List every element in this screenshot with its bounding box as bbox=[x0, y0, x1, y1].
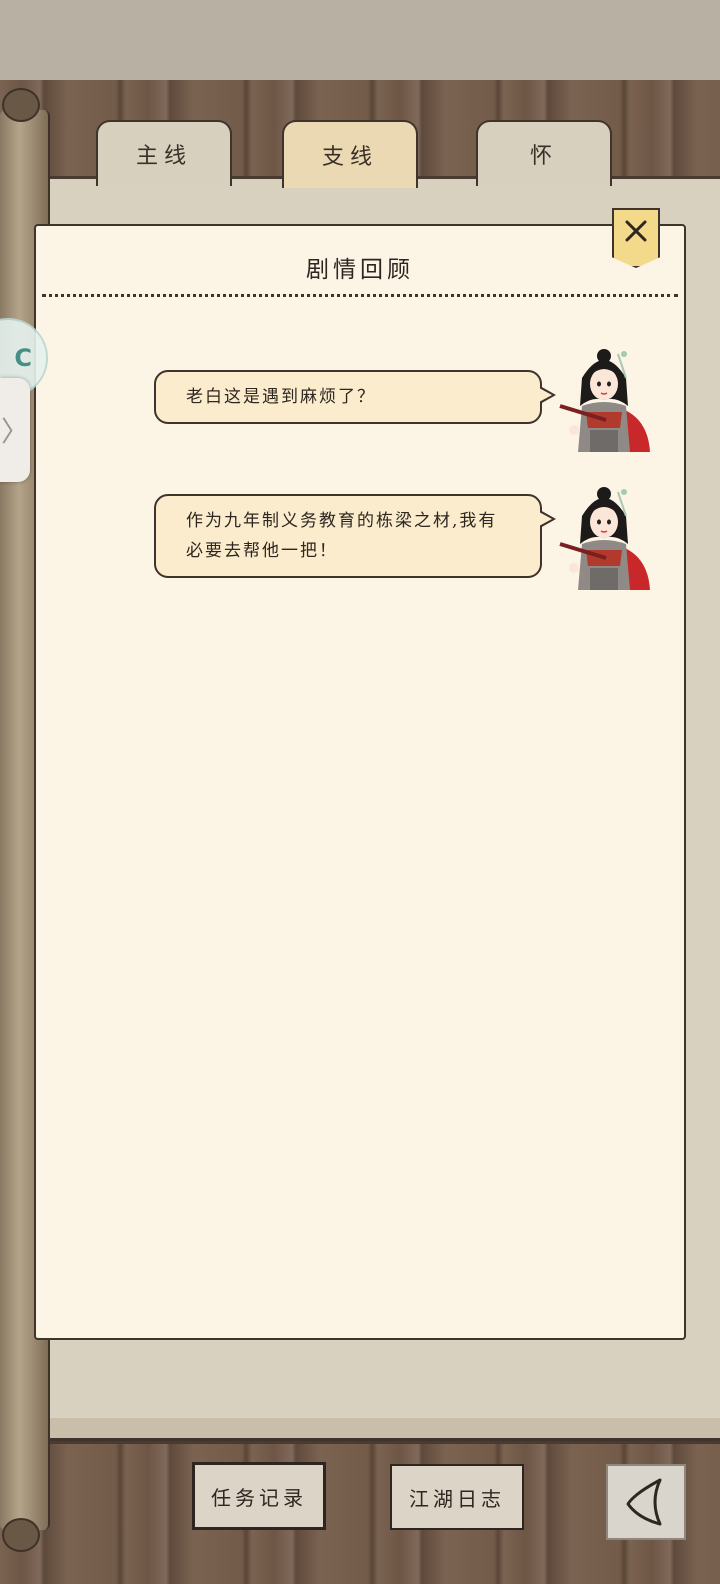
dialog-text: 作为九年制义务教育的栋梁之材,我有必要去帮他一把！ bbox=[186, 511, 498, 561]
jianghu-log-label: 江湖日志 bbox=[409, 1486, 505, 1511]
back-button[interactable] bbox=[606, 1464, 686, 1540]
scroll-bottom-edge bbox=[30, 1418, 720, 1441]
dialog-text: 老白这是遇到麻烦了？ bbox=[186, 387, 376, 407]
character-avatar bbox=[559, 487, 650, 590]
scroll-rod-cap bbox=[2, 88, 40, 122]
close-icon bbox=[625, 220, 647, 242]
tab-label: 主线 bbox=[135, 144, 192, 169]
character-avatar bbox=[559, 349, 650, 452]
status-bar-area bbox=[0, 0, 720, 82]
close-button[interactable] bbox=[612, 208, 660, 268]
tab-memories[interactable]: 怀 bbox=[476, 120, 612, 186]
panel-title: 剧情回顾 bbox=[306, 257, 414, 283]
task-record-label: 任务记录 bbox=[211, 1485, 307, 1510]
tab-main-quest[interactable]: 主线 bbox=[96, 120, 232, 186]
chevron-right-icon: 〉 bbox=[0, 415, 29, 448]
floating-widget-label: C bbox=[14, 344, 32, 372]
tab-label: 支线 bbox=[321, 145, 378, 170]
side-drawer-handle[interactable]: 〉 bbox=[0, 378, 30, 482]
dialog-bubble: 作为九年制义务教育的栋梁之材,我有必要去帮他一把！ bbox=[154, 494, 556, 578]
jianghu-log-button[interactable]: 江湖日志 bbox=[390, 1464, 524, 1530]
dialog-bubble: 老白这是遇到麻烦了？ bbox=[154, 370, 556, 424]
scroll-rod-cap-bottom bbox=[2, 1518, 40, 1552]
tab-side-quest[interactable]: 支线 bbox=[282, 120, 418, 188]
tab-label: 怀 bbox=[529, 144, 558, 169]
back-arrow-icon bbox=[626, 1478, 662, 1526]
dotted-divider bbox=[42, 294, 678, 297]
task-record-button[interactable]: 任务记录 bbox=[192, 1462, 326, 1530]
